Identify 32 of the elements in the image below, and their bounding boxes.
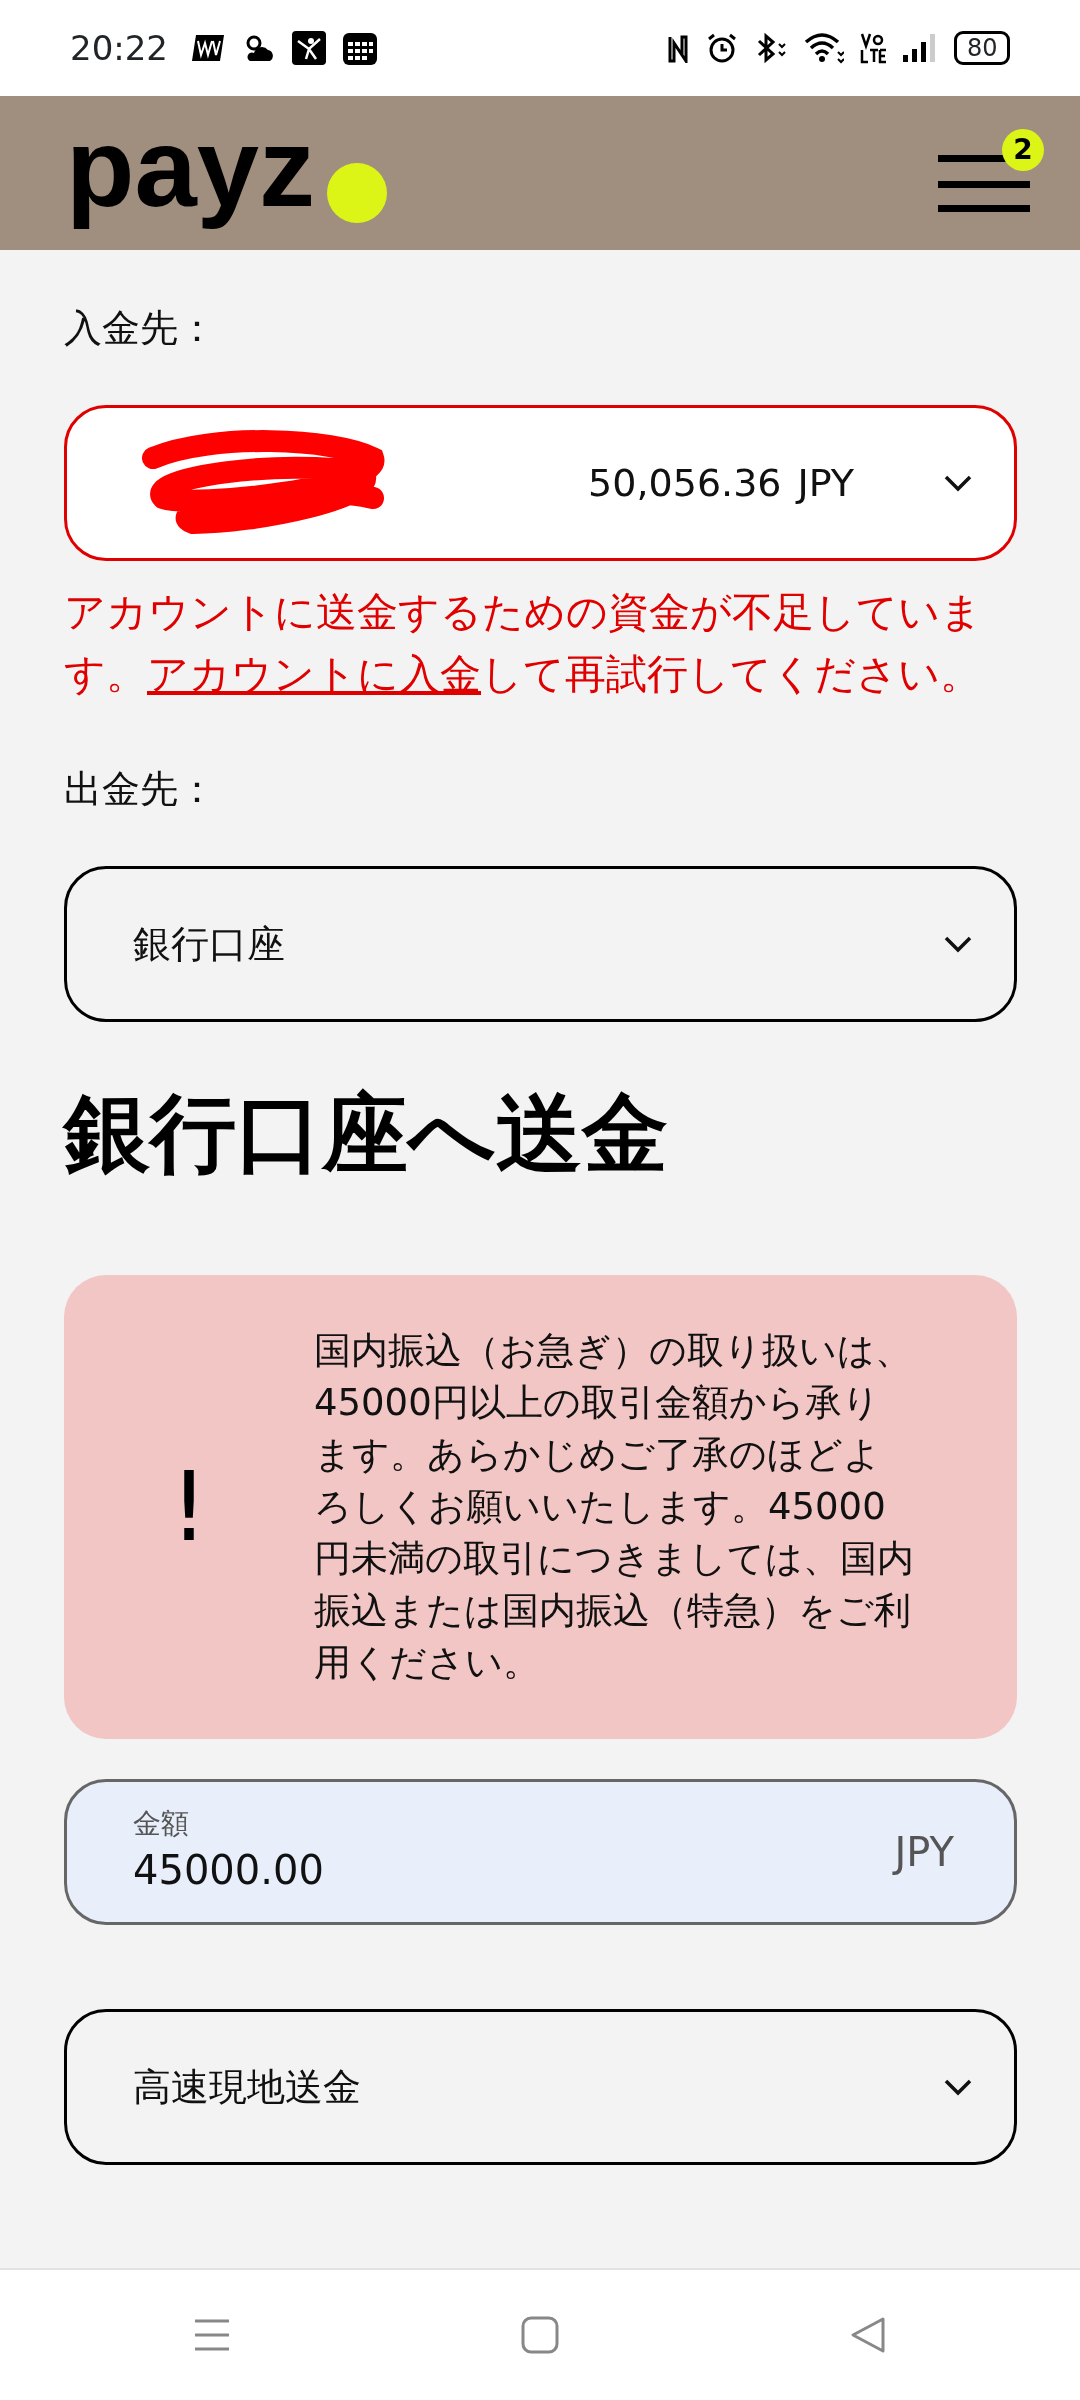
- fitness-app-icon: [292, 31, 326, 65]
- field-label: 出金先：: [64, 766, 217, 813]
- destination-select[interactable]: 銀行口座: [64, 866, 1017, 1022]
- balance-amount: 50,056.36: [588, 459, 782, 507]
- notification-count: 2: [1002, 129, 1044, 171]
- page-heading: 銀行口座へ送金: [64, 1082, 669, 1185]
- menu-button[interactable]: 2: [934, 129, 1044, 217]
- menu-icon[interactable]: [193, 2317, 231, 2353]
- home-square-icon[interactable]: [521, 2316, 559, 2354]
- notice-text: 国内振込（お急ぎ）の取り扱いは、45000円以上の取引金額から承ります。あらかじめご了承のほどよろしくお願いいたします。45000円未満の取引につきましては、国内振込または国内振込（特急）をご利用ください。: [314, 1328, 914, 1687]
- logo-dot: [327, 163, 387, 223]
- deposit-link[interactable]: アカウントに入金: [147, 650, 481, 698]
- amount-value: 45000.00: [133, 1846, 324, 1895]
- volte-icon: [860, 32, 886, 64]
- signal-icon: [902, 33, 938, 63]
- wifi-icon: [804, 32, 844, 64]
- logo-text: payz: [65, 104, 316, 232]
- amount-label: 金額: [133, 1810, 190, 1839]
- balance-currency: JPY: [797, 459, 854, 507]
- transfer-method-select[interactable]: 高速現地送金: [64, 2009, 1017, 2166]
- currency-label: JPY: [894, 1828, 954, 1878]
- amount-field[interactable]: 金額 45000.00 JPY: [64, 1779, 1017, 1926]
- status-time: 20:22: [70, 26, 168, 70]
- exclamation-icon: !: [64, 1435, 314, 1580]
- source-account-select[interactable]: 50,056.36 JPY: [64, 405, 1017, 561]
- nfc-icon: [666, 33, 690, 63]
- battery-indicator: 80: [954, 31, 1010, 65]
- calendar-icon: [342, 30, 378, 66]
- field-label: 入金先：: [64, 305, 217, 352]
- back-triangle-icon[interactable]: [849, 2316, 887, 2354]
- error-message: アカウントに送金するための資金が不足しています。アカウントに入金 して再試行してください。: [64, 587, 983, 700]
- alarm-icon: [706, 32, 738, 64]
